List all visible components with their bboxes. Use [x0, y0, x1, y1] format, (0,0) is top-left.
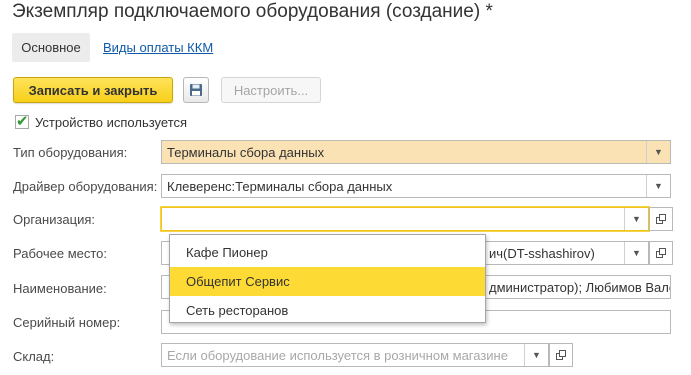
- warehouse-field[interactable]: Если оборудование используется в розничн…: [161, 343, 549, 367]
- tab-main[interactable]: Основное: [12, 33, 90, 62]
- warehouse-open-button[interactable]: [549, 343, 573, 367]
- dropdown-item-restaurant-chain[interactable]: Сеть ресторанов: [170, 296, 485, 325]
- chevron-down-icon[interactable]: ▼: [624, 242, 648, 264]
- save-and-close-label: Записать и закрыть: [28, 82, 158, 98]
- open-form-icon: [555, 349, 567, 361]
- equipment-type-label: Тип оборудования:: [13, 145, 128, 160]
- equipment-type-field[interactable]: Терминалы сбора данных ▼: [161, 140, 671, 164]
- floppy-disk-icon: [190, 84, 202, 96]
- configure-label: Настроить...: [233, 82, 309, 98]
- checkmark-icon: ✔: [16, 113, 29, 130]
- workplace-open-button[interactable]: [649, 241, 673, 265]
- configure-button[interactable]: Настроить...: [221, 77, 321, 103]
- open-form-icon: [655, 213, 667, 225]
- name-value: дминистратор); Любимов Вале: [489, 279, 670, 295]
- driver-value: Клеверенс:Терминалы сбора данных: [167, 178, 393, 194]
- workplace-label: Рабочее место:: [13, 246, 108, 261]
- organization-field[interactable]: ▼: [161, 207, 649, 231]
- device-used-checkbox-row[interactable]: ✔ Устройство используется: [15, 113, 187, 131]
- driver-field[interactable]: Клеверенс:Терминалы сбора данных ▼: [161, 174, 671, 198]
- warehouse-label: Склад:: [13, 349, 55, 364]
- open-form-icon: [655, 247, 667, 259]
- save-button[interactable]: [183, 77, 209, 103]
- name-label: Наименование:: [13, 281, 107, 296]
- equipment-type-value: Терминалы сбора данных: [167, 144, 325, 160]
- tab-main-label: Основное: [21, 40, 81, 55]
- chevron-down-icon[interactable]: ▼: [646, 141, 670, 163]
- chevron-down-icon[interactable]: ▼: [624, 208, 648, 230]
- chevron-down-icon[interactable]: ▼: [524, 344, 548, 366]
- window-title: Экземпляр подключаемого оборудования (со…: [12, 1, 493, 22]
- dropdown-item-cafe-pioneer[interactable]: Кафе Пионер: [170, 238, 485, 267]
- organization-label: Организация:: [13, 212, 96, 227]
- driver-label: Драйвер оборудования:: [13, 179, 158, 194]
- serial-number-label: Серийный номер:: [13, 315, 121, 330]
- warehouse-placeholder: Если оборудование используется в розничн…: [167, 347, 508, 363]
- device-used-checkbox[interactable]: ✔: [15, 113, 29, 130]
- dropdown-item-obshchepit-servis[interactable]: Общепит Сервис: [170, 267, 485, 296]
- tab-payment-types[interactable]: Виды оплаты ККМ: [103, 40, 213, 55]
- organization-open-button[interactable]: [649, 207, 673, 231]
- save-and-close-button[interactable]: Записать и закрыть: [13, 77, 173, 103]
- device-used-label: Устройство используется: [35, 114, 188, 130]
- chevron-down-icon[interactable]: ▼: [646, 175, 670, 197]
- workplace-value: ич(DT-sshashirov): [489, 245, 595, 261]
- organization-dropdown-list: Кафе Пионер Общепит Сервис Сеть ресторан…: [169, 234, 486, 323]
